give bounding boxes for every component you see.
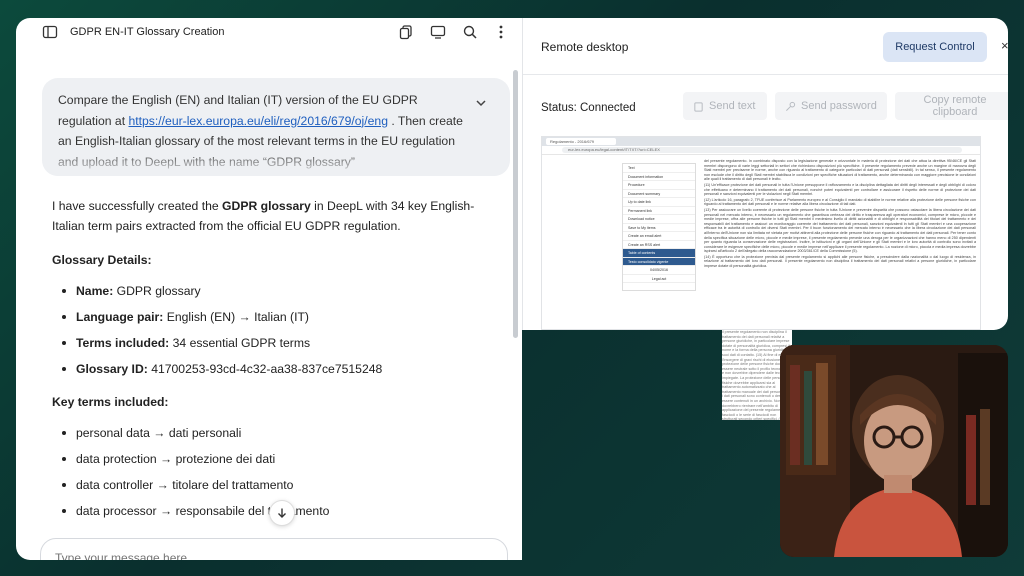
remote-title: Remote desktop <box>541 40 629 54</box>
more-options-icon[interactable] <box>493 24 509 40</box>
gdpr-link[interactable]: https://eur-lex.europa.eu/eli/reg/2016/6… <box>128 114 388 128</box>
copy-icon[interactable] <box>398 24 414 40</box>
chat-panel: GDPR EN-IT Glossary Creation Compare the… <box>16 18 522 560</box>
list-item: data protection → protezione dei dati <box>52 446 492 472</box>
detail-value: English (EN) → Italian (IT) <box>163 310 309 324</box>
request-control-button[interactable]: Request Control <box>883 32 987 62</box>
sidebar-item: Legal act <box>623 275 695 283</box>
list-item: Name: GDPR glossary <box>52 278 492 304</box>
divider <box>523 74 1008 75</box>
send-text-button[interactable]: Send text <box>683 92 767 120</box>
sidebar-item: Save to My items <box>623 224 695 232</box>
browser-url-bar: eur-lex.europa.eu/legal-content/IT/TXT/?… <box>542 146 980 155</box>
list-item: Glossary ID: 41700253-93cd-4c32-aa38-837… <box>52 356 492 382</box>
sidebar-item: Document summary <box>623 190 695 198</box>
send-password-button[interactable]: Send password <box>775 92 887 120</box>
send-text-label: Send text <box>709 100 756 112</box>
paragraph: (14) È opportuno che la protezione previ… <box>704 254 976 269</box>
browser-tabs: Regolamento - 2016/679 <box>542 137 980 146</box>
assistant-intro: I have successfully created the GDPR glo… <box>52 196 492 236</box>
remote-desktop-panel: Remote desktop Request Control × Status:… <box>522 18 1008 330</box>
sidebar-item: Procedure <box>623 181 695 190</box>
paragraph: (12) L'articolo 16, paragrafo 2, TFUE co… <box>704 197 976 207</box>
scroll-to-bottom-button[interactable] <box>269 500 295 526</box>
glossary-details-heading: Glossary Details: <box>52 253 152 267</box>
sidebar-item: 04/05/2016 <box>623 266 695 275</box>
presenter-video <box>780 345 1008 557</box>
sidebar-item: Document information <box>623 173 695 181</box>
sidebar-item: Testo consolidato vigente <box>623 257 695 266</box>
key-icon <box>786 101 796 111</box>
arrow-down-icon <box>278 508 286 518</box>
message-input-box[interactable] <box>40 538 508 560</box>
sidebar-toggle-icon[interactable] <box>42 24 58 40</box>
detail-value: GDPR glossary <box>113 284 201 298</box>
sidebar-item: Download notice <box>623 215 695 224</box>
detail-label: Glossary ID: <box>76 362 148 376</box>
detail-label: Language pair: <box>76 310 164 324</box>
list-item: Terms included: 34 essential GDPR terms <box>52 330 492 356</box>
connection-status: Status: Connected <box>541 102 636 114</box>
copy-clipboard-label: Copy remote clipboard <box>923 94 987 118</box>
search-icon[interactable] <box>462 24 478 40</box>
chat-title: GDPR EN-IT Glossary Creation <box>70 26 225 38</box>
bubble-fade <box>42 150 510 176</box>
assistant-message: I have successfully created the GDPR glo… <box>52 196 492 524</box>
user-message-bubble: Compare the English (EN) and Italian (IT… <box>42 78 510 176</box>
message-input[interactable] <box>55 551 493 560</box>
regulation-text: del presente regolamento. In combinato d… <box>704 159 976 329</box>
paragraph: del presente regolamento. In combinato d… <box>704 159 976 182</box>
close-icon[interactable]: × <box>1001 38 1008 53</box>
list-item: personal data → dati personali <box>52 420 492 446</box>
detail-label: Name: <box>76 284 114 298</box>
intro-text: I have successfully created the <box>52 199 223 213</box>
sidebar-item: Permanent link <box>623 207 695 215</box>
browser-tab: Regolamento - 2016/679 <box>546 138 616 145</box>
key-terms-heading: Key terms included: <box>52 395 169 409</box>
sidebar-item: Table of contents <box>623 249 695 258</box>
list-item: Language pair: English (EN) → Italian (I… <box>52 304 492 330</box>
detail-value: 34 essential GDPR terms <box>169 336 311 350</box>
paragraph: (11) Un'efficace protezione dei dati per… <box>704 182 976 197</box>
send-password-label: Send password <box>801 100 877 112</box>
details-list: Name: GDPR glossary Language pair: Engli… <box>52 278 492 382</box>
sidebar-item: Create an RSS alert <box>623 241 695 249</box>
sidebar-item: Up to date link <box>623 198 695 207</box>
copy-clipboard-button[interactable]: Copy remote clipboard <box>895 92 1008 120</box>
browser-url: eur-lex.europa.eu/legal-content/IT/TXT/?… <box>562 147 962 153</box>
chat-scrollbar[interactable] <box>513 70 518 338</box>
chevron-down-icon[interactable] <box>474 96 488 110</box>
clipboard-icon <box>694 101 703 112</box>
webcam-overlay <box>780 345 1008 557</box>
sidebar-item: Text <box>623 164 695 173</box>
list-item: data controller → titolare del trattamen… <box>52 472 492 498</box>
chat-header: GDPR EN-IT Glossary Creation <box>16 18 522 48</box>
paragraph: (13) Per assicurare un livello coerente … <box>704 207 976 254</box>
monitor-icon[interactable] <box>430 24 446 40</box>
eurlex-sidebar: Text Document information Procedure Docu… <box>622 163 696 291</box>
sidebar-item: Create an email alert <box>623 232 695 241</box>
remote-browser-screen[interactable]: Regolamento - 2016/679 eur-lex.europa.eu… <box>541 136 981 330</box>
detail-label: Terms included: <box>76 336 170 350</box>
detail-value: 41700253-93cd-4c32-aa38-837ce7515248 <box>147 362 383 376</box>
intro-bold: GDPR glossary <box>222 199 311 213</box>
